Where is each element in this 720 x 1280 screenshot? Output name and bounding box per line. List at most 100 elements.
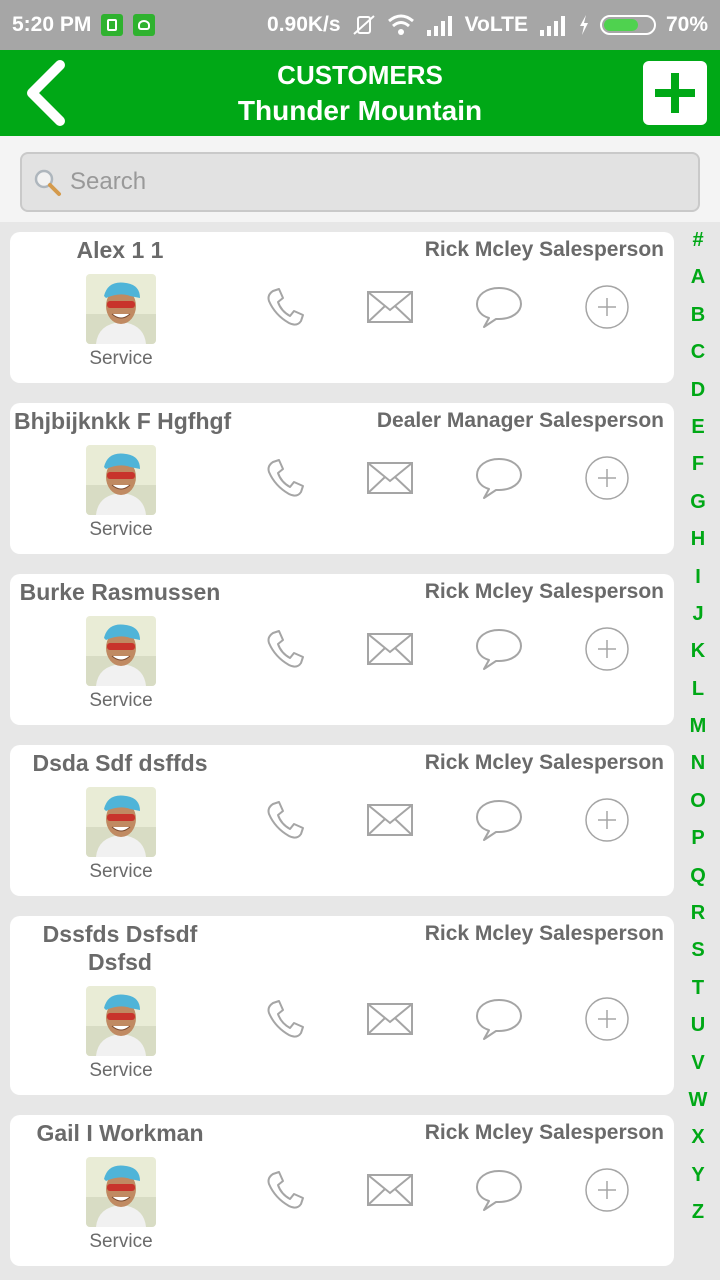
alphabet-letter[interactable]: I (695, 559, 701, 596)
email-button[interactable] (365, 455, 415, 505)
department-label: Service (89, 519, 153, 540)
alphabet-letter[interactable]: W (689, 1082, 708, 1119)
customer-card[interactable]: Dsda Sdf dsffds Rick Mcley Salesperson S… (10, 745, 674, 896)
chat-icon (474, 996, 524, 1047)
search-input[interactable] (70, 168, 670, 196)
alphabet-letter[interactable]: V (691, 1045, 704, 1082)
search-icon (34, 169, 61, 196)
alphabet-letter[interactable]: J (692, 596, 703, 633)
add-customer-button[interactable] (643, 61, 707, 125)
mail-icon (366, 460, 414, 501)
chevron-left-icon (27, 60, 65, 126)
alphabet-letter[interactable]: D (691, 372, 705, 409)
status-bar: 5:20 PM 0.90K/s VoLTE 70% (0, 0, 720, 50)
app-header: CUSTOMERS Thunder Mountain (0, 50, 720, 136)
customer-card[interactable]: Alex 1 1 Rick Mcley Salesperson Service (10, 232, 674, 383)
email-button[interactable] (365, 626, 415, 676)
avatar (86, 787, 156, 857)
message-button[interactable] (474, 797, 524, 847)
add-circle-icon (584, 797, 630, 848)
call-button[interactable] (260, 996, 310, 1046)
salesperson-label: Rick Mcley Salesperson (424, 238, 664, 261)
alphabet-letter[interactable]: G (690, 484, 706, 521)
customer-name: Dsda Sdf dsffds (32, 750, 208, 776)
mail-icon (366, 802, 414, 843)
chat-icon (474, 284, 524, 335)
message-button[interactable] (474, 996, 524, 1046)
add-action-button[interactable] (582, 1167, 632, 1217)
back-button[interactable] (18, 58, 74, 128)
email-button[interactable] (365, 797, 415, 847)
signal-icon (425, 14, 455, 36)
search-bar (0, 136, 720, 222)
search-box[interactable] (20, 152, 700, 212)
add-circle-icon (584, 996, 630, 1047)
customer-name: Burke Rasmussen (19, 579, 221, 605)
alphabet-letter[interactable]: Z (692, 1194, 704, 1231)
avatar (86, 1157, 156, 1227)
alphabet-letter[interactable]: Y (691, 1157, 704, 1194)
alphabet-letter[interactable]: X (691, 1119, 704, 1156)
call-button[interactable] (260, 284, 310, 334)
add-action-button[interactable] (582, 797, 632, 847)
alphabet-letter[interactable]: E (691, 409, 704, 446)
customer-card[interactable]: Dssfds Dsfsdf Dsfsd Rick Mcley Salespers… (10, 916, 674, 1095)
customer-name: Gail I Workman (36, 1120, 204, 1146)
phone-icon (263, 285, 307, 334)
alphabet-letter[interactable]: T (692, 970, 704, 1007)
alphabet-letter[interactable]: # (692, 222, 703, 259)
alphabet-letter[interactable]: M (690, 708, 707, 745)
avatar (86, 274, 156, 344)
email-button[interactable] (365, 284, 415, 334)
call-button[interactable] (260, 1167, 310, 1217)
chat-icon (474, 1167, 524, 1218)
alphabet-letter[interactable]: B (691, 297, 705, 334)
alphabet-index: # A B C D E F G H I J K L M N O P Q R S T U V W X Y Z (676, 222, 720, 1280)
message-button[interactable] (474, 284, 524, 334)
add-action-button[interactable] (582, 626, 632, 676)
contact-actions (260, 996, 660, 1046)
phone-icon (263, 456, 307, 505)
add-action-button[interactable] (582, 996, 632, 1046)
alphabet-letter[interactable]: F (692, 446, 704, 483)
alphabet-letter[interactable]: U (691, 1007, 705, 1044)
customer-card[interactable]: Bhjbijknkk F Hgfhgf Dealer Manager Sales… (10, 403, 674, 554)
alphabet-letter[interactable]: O (690, 783, 706, 820)
alphabet-letter[interactable]: P (691, 820, 704, 857)
message-button[interactable] (474, 626, 524, 676)
avatar (86, 445, 156, 515)
add-circle-icon (584, 626, 630, 677)
customer-card[interactable]: Gail I Workman Rick Mcley Salesperson Se… (10, 1115, 674, 1266)
add-action-button[interactable] (582, 455, 632, 505)
department-label: Service (89, 1060, 153, 1081)
add-action-button[interactable] (582, 284, 632, 334)
alphabet-letter[interactable]: H (691, 521, 705, 558)
department-label: Service (89, 348, 153, 369)
department-label: Service (89, 1231, 153, 1252)
message-button[interactable] (474, 455, 524, 505)
alphabet-letter[interactable]: R (691, 895, 705, 932)
customer-name: Dssfds Dsfsdf Dsfsd (42, 921, 198, 975)
alphabet-letter[interactable]: Q (690, 858, 706, 895)
alphabet-letter[interactable]: L (692, 671, 704, 708)
alphabet-letter[interactable]: C (691, 334, 705, 371)
message-button[interactable] (474, 1167, 524, 1217)
email-button[interactable] (365, 996, 415, 1046)
signal-icon-2 (538, 14, 568, 36)
add-circle-icon (584, 284, 630, 335)
email-button[interactable] (365, 1167, 415, 1217)
alphabet-letter[interactable]: N (691, 745, 705, 782)
battery-percent: 70% (665, 13, 708, 36)
page-subtitle: Thunder Mountain (237, 95, 483, 126)
alphabet-letter[interactable]: A (691, 259, 705, 296)
call-button[interactable] (260, 626, 310, 676)
alphabet-letter[interactable]: K (691, 633, 705, 670)
customer-card[interactable]: Burke Rasmussen Rick Mcley Salesperson S… (10, 574, 674, 725)
chat-icon (474, 797, 524, 848)
contact-actions (260, 626, 660, 676)
alphabet-letter[interactable]: S (691, 932, 704, 969)
avatar (86, 986, 156, 1056)
contact-actions (260, 455, 660, 505)
call-button[interactable] (260, 797, 310, 847)
call-button[interactable] (260, 455, 310, 505)
